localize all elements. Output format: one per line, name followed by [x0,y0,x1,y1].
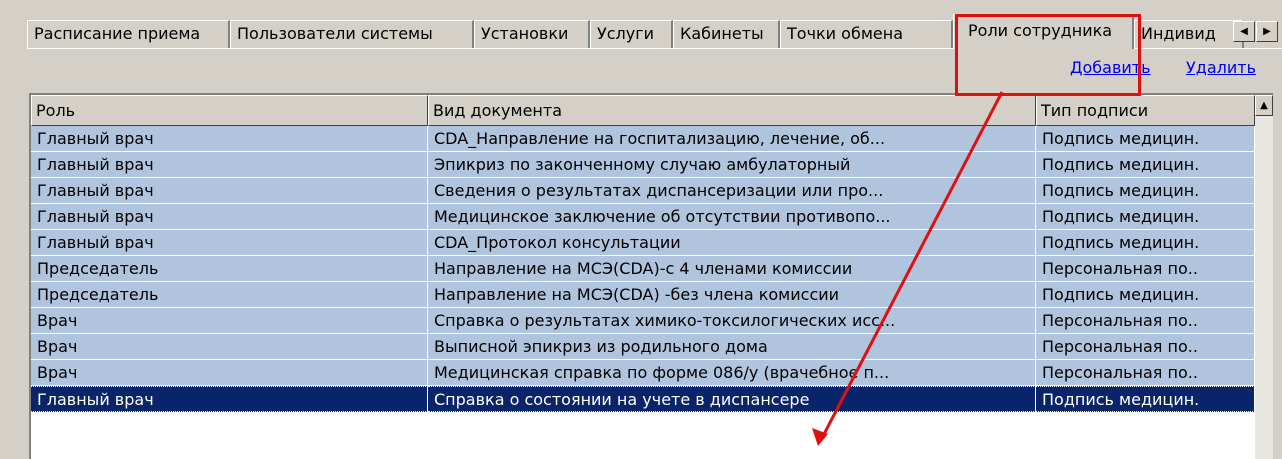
annotation-arrow [812,91,1004,446]
